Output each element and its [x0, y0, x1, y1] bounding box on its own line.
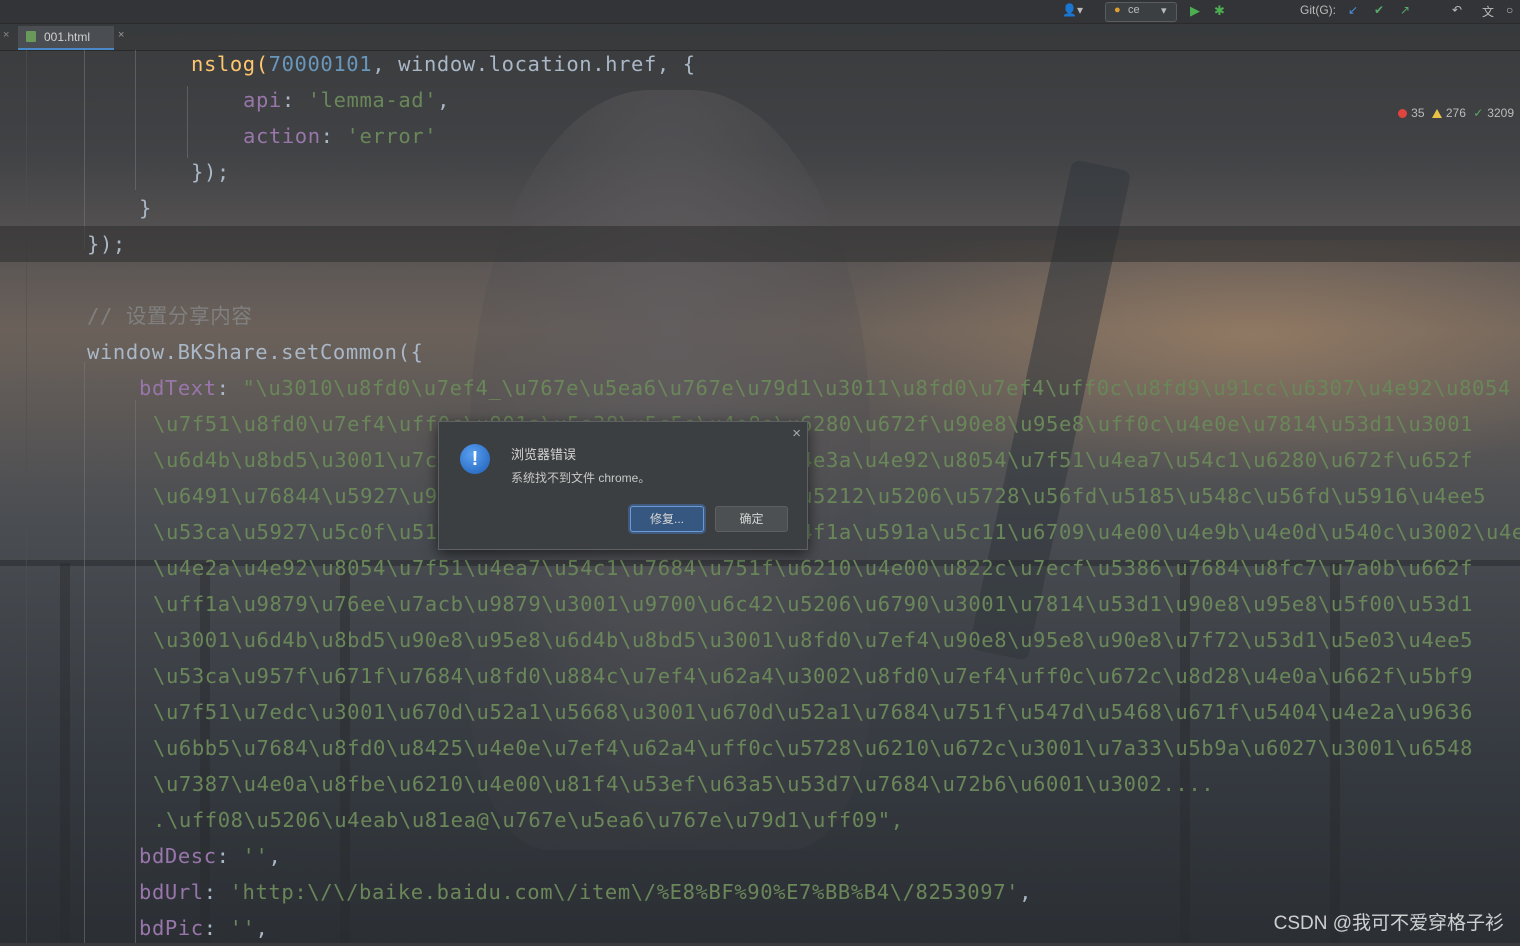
browser-error-dialog: × ! 浏览器错误 系统找不到文件 chrome。 修复... 确定: [438, 421, 808, 550]
code-line: api: 'lemma-ad',: [243, 88, 451, 112]
indent-guide: [187, 86, 188, 158]
code-line: });: [87, 232, 126, 256]
code-line: nslog(70000101, window.location.href, {: [191, 52, 696, 76]
code-line: \u7f51\u7edc\u3001\u670d\u52a1\u5668\u30…: [153, 700, 1474, 724]
python-icon: ●: [1114, 4, 1121, 16]
ok-button[interactable]: 确定: [715, 506, 788, 532]
check-icon: ✓: [1473, 106, 1484, 120]
error-icon: [1398, 109, 1408, 118]
code-line: \u6491\u76844\u5927\u90e8\u95e8\uff0c\u8…: [153, 484, 1487, 508]
close-icon[interactable]: ×: [792, 425, 801, 442]
code-line: \u4e2a\u4e92\u8054\u7f51\u4ea7\u54c1\u76…: [153, 556, 1474, 580]
code-line: \u53ca\u5927\u5c0f\u516c\u53f8\u4e4b\u95…: [153, 520, 1520, 544]
inspection-widget[interactable]: 35 276 ✓ 3209: [1394, 106, 1514, 120]
close-icon[interactable]: ×: [3, 29, 9, 41]
undo-icon[interactable]: ↶: [1452, 3, 1462, 17]
dialog-title: 浏览器错误: [511, 447, 577, 462]
code-line: \u6d4b\u8bd5\u3001\u7cfb\u7edf\u7ba1\u74…: [153, 448, 1474, 472]
code-line: }: [139, 196, 152, 220]
user-dropdown-icon[interactable]: 👤▾: [1062, 3, 1083, 17]
git-update-icon[interactable]: ↙: [1348, 3, 1358, 17]
code-line: \u6bb5\u7684\u8fd0\u8425\u4e0e\u7ef4\u62…: [153, 736, 1474, 760]
warning-icon: [1431, 109, 1442, 118]
code-line: bdUrl: 'http:\/\/baike.baidu.com\/item\/…: [139, 880, 1033, 904]
fix-button[interactable]: 修复...: [630, 506, 704, 532]
ok-count: 3209: [1487, 106, 1514, 120]
main-toolbar: 👤▾ ● ce ▾ ▶ ✱ Git(G): ↙ ✔ ↗ ↶ 文 ○: [0, 0, 1520, 24]
code-line: \u7f51\u8fd0\u7ef4\uff0c\u901a\u5e38\u5c…: [153, 412, 1474, 436]
dialog-message: 系统找不到文件 chrome。: [511, 471, 651, 485]
git-commit-icon[interactable]: ✔: [1374, 3, 1384, 17]
debug-icon[interactable]: ✱: [1214, 3, 1225, 19]
git-label: Git(G):: [1300, 3, 1336, 17]
warning-count: 276: [1445, 106, 1466, 120]
code-line: window.BKShare.setCommon({: [87, 340, 424, 364]
code-line: bdText: "\u3010\u8fd0\u7ef4_\u767e\u5ea6…: [139, 376, 1511, 400]
watermark: CSDN @我可不爱穿格子衫: [1273, 913, 1504, 934]
translate-icon[interactable]: 文: [1482, 3, 1494, 20]
tab-label: 001.html: [44, 30, 91, 44]
code-line: \u3001\u6d4b\u8bd5\u90e8\u95e8\u6d4b\u8b…: [153, 628, 1474, 652]
tab-001-html[interactable]: 001.html ×: [18, 26, 124, 50]
indent-guide: [135, 400, 136, 943]
current-line-highlight: [0, 226, 1520, 262]
indent-guide: [135, 50, 136, 190]
code-line: \u53ca\u957f\u671f\u7684\u8fd0\u884c\u7e…: [153, 664, 1474, 688]
run-config-select[interactable]: ● ce ▾: [1105, 2, 1177, 22]
warning-icon: !: [460, 444, 490, 474]
code-line: bdPic: '',: [139, 916, 269, 940]
code-line: bdDesc: '',: [139, 844, 282, 868]
code-line: \uff1a\u9879\u76ee\u7acb\u9879\u3001\u97…: [153, 592, 1474, 616]
run-config-label: ce: [1128, 4, 1140, 16]
search-icon[interactable]: ○: [1506, 3, 1513, 17]
code-line: .\uff08\u5206\u4eab\u81ea@\u767e\u5ea6\u…: [153, 808, 904, 832]
run-icon[interactable]: ▶: [1190, 3, 1200, 19]
error-count: 35: [1411, 106, 1425, 120]
code-line: action: 'error': [243, 124, 438, 148]
code-line: });: [191, 160, 230, 184]
indent-guide: [84, 50, 85, 250]
code-line: // 设置分享内容: [87, 304, 253, 328]
html-file-icon: [26, 31, 36, 42]
code-line: \u7387\u4e0a\u8fbe\u6210\u4e00\u81f4\u53…: [153, 772, 1215, 796]
gutter-divider: [26, 50, 27, 943]
tab-close-icon[interactable]: ×: [118, 29, 124, 41]
chevron-down-icon: ▾: [1161, 5, 1167, 17]
git-push-icon[interactable]: ↗: [1400, 3, 1410, 17]
indent-guide: [84, 362, 85, 943]
